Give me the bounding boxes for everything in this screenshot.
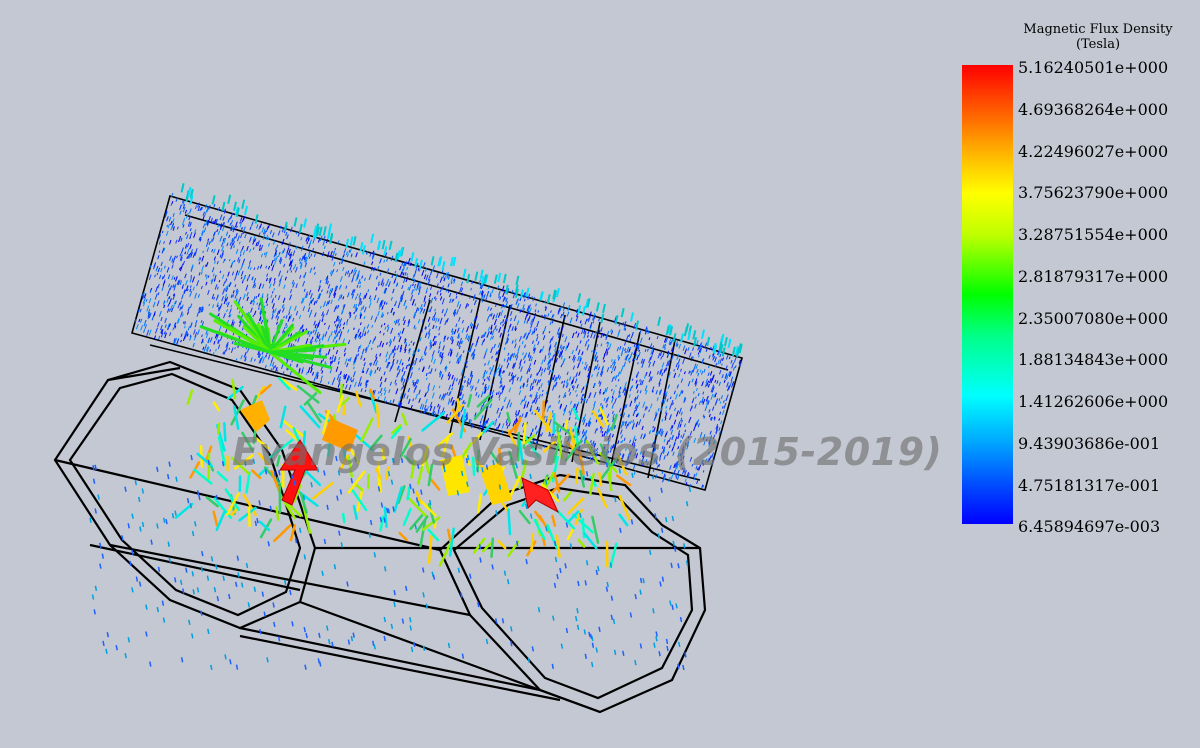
legend-tick: 1.41262606e+000 [1018,392,1169,411]
legend-tick: 6.45894697e-003 [1018,517,1161,536]
legend-tick: 2.81879317e+000 [1018,267,1169,286]
legend-tick: 1.88134843e+000 [1018,350,1169,369]
legend-tick: 9.43903686e-001 [1018,434,1161,453]
flux-vectors [89,183,743,671]
watermark-text: Evangelos Vasileios (2015-2019) [232,430,943,474]
legend-tick: 4.75181317e-001 [1018,476,1161,495]
legend-tick: 4.22496027e+000 [1018,142,1169,161]
legend-color-bar [962,65,1013,524]
legend-tick: 3.75623790e+000 [1018,183,1169,202]
rotor-wireframe [53,360,707,714]
legend-tick: 5.16240501e+000 [1018,58,1169,77]
legend-tick: 2.35007080e+000 [1018,309,1169,328]
legend-tick: 4.69368264e+000 [1018,100,1169,119]
legend-tick-labels: 5.16240501e+000 4.69368264e+000 4.224960… [1018,0,1198,748]
legend-tick: 3.28751554e+000 [1018,225,1169,244]
